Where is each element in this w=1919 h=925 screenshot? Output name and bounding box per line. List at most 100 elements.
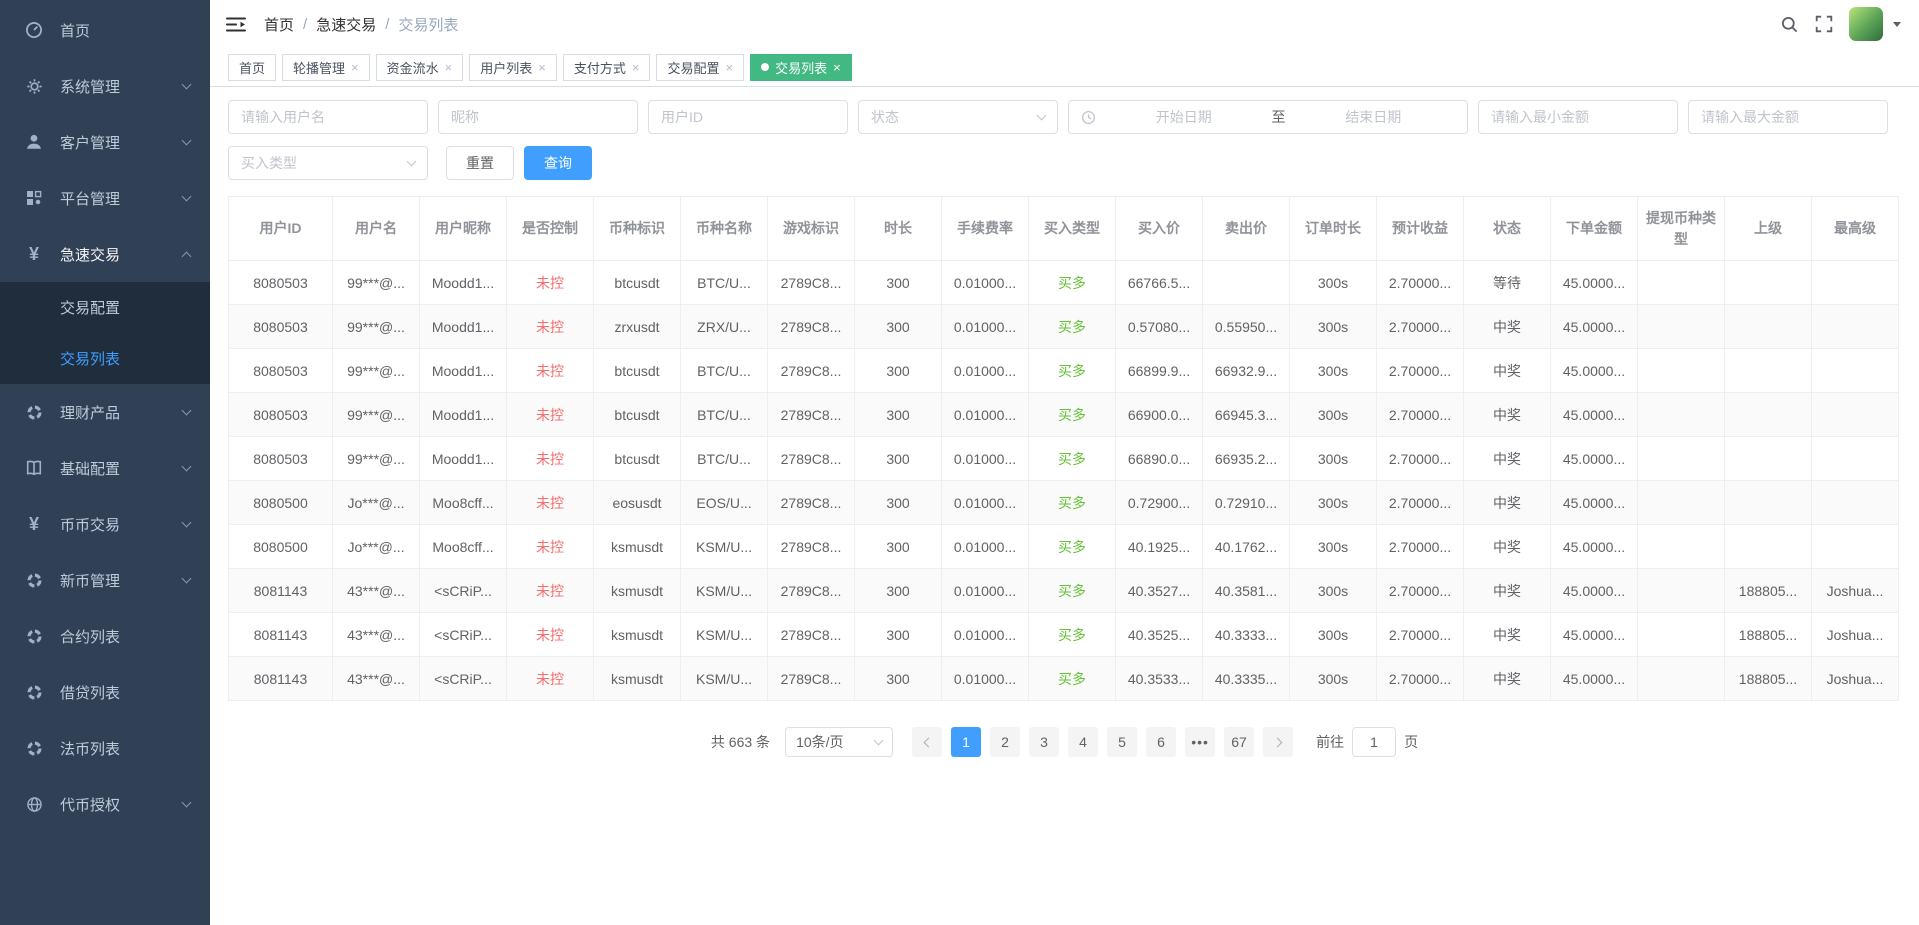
buy-type-select[interactable]: 买入类型: [228, 146, 428, 180]
sidebar-item-contract-list[interactable]: 合约列表: [0, 608, 210, 664]
table-cell: 2.70000...: [1377, 437, 1464, 481]
control-status-cell[interactable]: 未控: [507, 261, 594, 305]
table-cell: BTC/U...: [681, 393, 768, 437]
tab-close-icon[interactable]: ×: [445, 61, 453, 74]
page-button-67[interactable]: 67: [1224, 727, 1254, 757]
header-actions: [1780, 7, 1901, 41]
tab-user-list[interactable]: 用户列表×: [469, 54, 557, 81]
sidebar-item-fiat-list[interactable]: 法币列表: [0, 720, 210, 776]
table-cell: 8081143: [229, 657, 333, 701]
control-status-cell[interactable]: 未控: [507, 393, 594, 437]
nickname-input[interactable]: [438, 100, 638, 134]
sidebar-item-wealth-products[interactable]: 理财产品: [0, 384, 210, 440]
sidebar-item-coin-trade[interactable]: ¥币币交易: [0, 496, 210, 552]
column-header: 用户昵称: [420, 197, 507, 261]
table-cell: BTC/U...: [681, 349, 768, 393]
search-icon[interactable]: [1780, 15, 1799, 34]
sidebar-item-token-authorization[interactable]: 代币授权: [0, 776, 210, 832]
control-status-cell[interactable]: 未控: [507, 613, 594, 657]
page-buttons: 123456 ••• 67: [951, 727, 1254, 757]
control-status-cell[interactable]: 未控: [507, 481, 594, 525]
page-button-4[interactable]: 4: [1068, 727, 1098, 757]
pager-more-button[interactable]: •••: [1185, 727, 1215, 757]
sidebar-item-home[interactable]: 首页: [0, 2, 210, 58]
fullscreen-icon[interactable]: [1815, 15, 1833, 33]
end-date-placeholder[interactable]: 结束日期: [1292, 107, 1456, 127]
reset-button[interactable]: 重置: [446, 146, 514, 180]
page-button-1[interactable]: 1: [951, 727, 981, 757]
breadcrumb-separator: /: [385, 16, 389, 33]
username-input[interactable]: [228, 100, 428, 134]
tab-carousel-management[interactable]: 轮播管理×: [282, 54, 370, 81]
date-range-picker[interactable]: 开始日期 至 结束日期: [1068, 100, 1468, 134]
page-button-5[interactable]: 5: [1107, 727, 1137, 757]
sidebar-item-trade-list[interactable]: 交易列表: [0, 333, 210, 384]
tab-label: 首页: [239, 58, 265, 77]
tab-close-icon[interactable]: ×: [351, 61, 359, 74]
sidebar-item-loan-list[interactable]: 借贷列表: [0, 664, 210, 720]
user-icon: [22, 133, 46, 151]
breadcrumb: 首页 / 急速交易 / 交易列表: [264, 14, 458, 35]
control-status-cell[interactable]: 未控: [507, 525, 594, 569]
avatar[interactable]: [1849, 7, 1883, 41]
table-cell: [1725, 481, 1812, 525]
start-date-placeholder[interactable]: 开始日期: [1102, 107, 1266, 127]
tab-home[interactable]: 首页: [228, 54, 276, 81]
filter-row-2: 买入类型 重置 查询: [228, 146, 1901, 180]
segmented-circle-icon: [22, 572, 46, 589]
control-status-cell[interactable]: 未控: [507, 437, 594, 481]
chevron-down-icon[interactable]: [1893, 22, 1901, 27]
tab-trade-config[interactable]: 交易配置 ×: [656, 54, 744, 81]
sidebar-item-label: 系统管理: [60, 76, 120, 97]
table-cell: 2.70000...: [1377, 569, 1464, 613]
sidebar-item-basic-config[interactable]: 基础配置: [0, 440, 210, 496]
sidebar-item-system-management[interactable]: 系统管理: [0, 58, 210, 114]
control-status-cell[interactable]: 未控: [507, 569, 594, 613]
page-button-6[interactable]: 6: [1146, 727, 1176, 757]
table-cell: 188805...: [1725, 657, 1812, 701]
search-button[interactable]: 查询: [524, 146, 592, 180]
table-cell: [1638, 657, 1725, 701]
column-header: 币种名称: [681, 197, 768, 261]
breadcrumb-express-trade[interactable]: 急速交易: [316, 14, 376, 35]
max-amount-input[interactable]: [1688, 100, 1888, 134]
tab-close-icon[interactable]: ×: [725, 61, 733, 74]
sidebar-item-platform-management[interactable]: 平台管理: [0, 170, 210, 226]
sidebar-item-new-coin-management[interactable]: 新币管理: [0, 552, 210, 608]
tab-label: 交易配置: [667, 58, 719, 77]
tab-close-icon[interactable]: ×: [632, 61, 640, 74]
trade-table: 用户ID用户名用户昵称是否控制币种标识币种名称游戏标识时长手续费率买入类型买入价…: [228, 196, 1899, 701]
tab-trade-list[interactable]: 交易列表×: [750, 54, 852, 81]
status-select[interactable]: 状态: [858, 100, 1058, 134]
page-size-select[interactable]: 10条/页: [785, 727, 893, 757]
tab-close-icon[interactable]: ×: [833, 61, 841, 74]
table-cell: 2789C8...: [768, 481, 855, 525]
table-cell: 8080503: [229, 305, 333, 349]
table-cell: <sCRiP...: [420, 613, 507, 657]
buy-type-cell: 买多: [1029, 305, 1116, 349]
prev-page-button[interactable]: [912, 727, 942, 757]
menu-fold-icon[interactable]: [226, 16, 246, 33]
tab-payment-method[interactable]: 支付方式×: [563, 54, 651, 81]
sidebar-submenu: 交易配置交易列表: [0, 282, 210, 384]
control-status-cell[interactable]: 未控: [507, 657, 594, 701]
sidebar-item-express-trade[interactable]: ¥急速交易: [0, 226, 210, 282]
min-amount-input[interactable]: [1478, 100, 1678, 134]
sidebar-item-customer-management[interactable]: 客户管理: [0, 114, 210, 170]
table-cell: 2789C8...: [768, 261, 855, 305]
sidebar-item-trade-config[interactable]: 交易配置: [0, 282, 210, 333]
next-page-button[interactable]: [1263, 727, 1293, 757]
tab-fund-flow[interactable]: 资金流水×: [376, 54, 464, 81]
goto-page-input[interactable]: [1352, 727, 1396, 757]
filter-row-1: 状态 开始日期 至 结束日期: [228, 100, 1901, 134]
table-cell: zrxusdt: [594, 305, 681, 349]
tab-close-icon[interactable]: ×: [538, 61, 546, 74]
sidebar-item-label: 币币交易: [60, 514, 120, 535]
breadcrumb-home[interactable]: 首页: [264, 14, 294, 35]
page-button-2[interactable]: 2: [990, 727, 1020, 757]
control-status-cell[interactable]: 未控: [507, 349, 594, 393]
table-cell: 0.72900...: [1116, 481, 1203, 525]
control-status-cell[interactable]: 未控: [507, 305, 594, 349]
page-button-3[interactable]: 3: [1029, 727, 1059, 757]
userid-input[interactable]: [648, 100, 848, 134]
